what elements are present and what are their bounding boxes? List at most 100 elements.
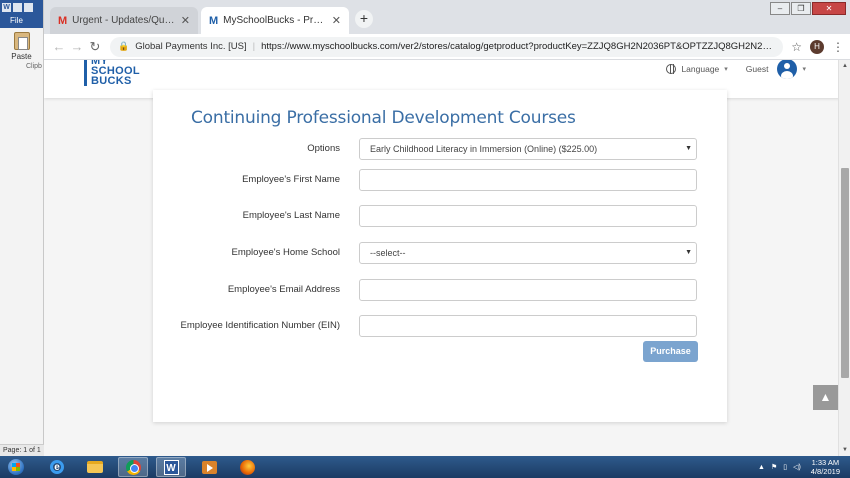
window-controls: – ❐ ✕ <box>770 2 846 15</box>
taskbar-internet-explorer[interactable]: e <box>42 457 72 477</box>
last-name-label: Employee's Last Name <box>242 210 340 221</box>
ein-label: Employee Identification Number (EIN) <box>180 320 340 331</box>
url-text[interactable]: https://www.myschoolbucks.com/ver2/store… <box>261 41 775 52</box>
tab-strip: M Urgent - Updates/Questions - h ✕ M MyS… <box>44 0 850 34</box>
user-avatar-icon[interactable] <box>777 60 798 79</box>
last-name-input[interactable] <box>359 205 697 227</box>
taskbar-media-player[interactable] <box>194 457 224 477</box>
purchase-button[interactable]: Purchase <box>643 341 698 362</box>
window-close-button[interactable]: ✕ <box>812 2 846 15</box>
gmail-icon: M <box>58 14 68 27</box>
tab-label: MySchoolBucks - Product Detail <box>223 15 328 26</box>
globe-icon <box>666 64 677 74</box>
show-hidden-icons-icon[interactable]: ▲ <box>758 464 765 471</box>
lock-icon[interactable]: 🔒 <box>118 41 129 52</box>
page-title: Continuing Professional Development Cour… <box>191 108 576 128</box>
clipboard-icon <box>13 32 30 50</box>
forward-icon[interactable]: → <box>68 39 86 54</box>
dropdown-arrow-icon: ▼ <box>685 249 692 256</box>
language-menu[interactable]: Language <box>681 64 719 74</box>
options-row: Options Early Childhood Literacy in Imme… <box>153 138 727 160</box>
media-player-icon <box>201 460 217 474</box>
scroll-to-top-button[interactable]: ▲ <box>813 385 838 410</box>
internet-explorer-icon: e <box>50 460 64 474</box>
save-icon[interactable] <box>13 2 22 12</box>
taskbar-word[interactable]: W <box>156 457 186 477</box>
tab-gmail[interactable]: M Urgent - Updates/Questions - h ✕ <box>50 7 198 34</box>
taskbar-firefox[interactable] <box>232 457 262 477</box>
first-name-row: Employee's First Name <box>153 169 727 191</box>
tab-label: Urgent - Updates/Questions - h <box>72 15 177 26</box>
toolbar: ← → ↻ 🔒 Global Payments Inc. [US] | http… <box>44 34 850 60</box>
restore-button[interactable]: ❐ <box>791 2 811 15</box>
menu-kebab-icon[interactable]: ⋮ <box>832 40 844 54</box>
taskbar-chrome[interactable] <box>118 457 148 477</box>
chevron-down-icon: ▾ <box>802 66 806 73</box>
divider: | <box>252 41 256 52</box>
minimize-button[interactable]: – <box>770 2 790 15</box>
first-name-input[interactable] <box>359 169 697 191</box>
back-icon[interactable]: ← <box>50 39 68 54</box>
chevron-up-icon: ▲ <box>819 390 832 404</box>
browser-window: M Urgent - Updates/Questions - h ✕ M MyS… <box>44 0 850 456</box>
new-tab-button[interactable]: + <box>355 10 373 28</box>
close-icon[interactable]: ✕ <box>332 14 341 27</box>
system-clock[interactable]: 1:33 AM 4/8/2019 <box>811 458 840 476</box>
myschoolbucks-logo[interactable]: MY SCHOOL BUCKS <box>84 60 140 87</box>
start-button[interactable] <box>4 456 28 478</box>
home-school-select[interactable]: --select-- ▼ <box>359 242 697 264</box>
scroll-down-arrow-icon[interactable]: ▼ <box>839 444 850 456</box>
scrollbar-thumb[interactable] <box>841 168 849 378</box>
first-name-label: Employee's First Name <box>242 174 340 185</box>
chrome-icon <box>125 459 141 475</box>
battery-icon[interactable]: ▯ <box>783 463 787 471</box>
action-center-flag-icon[interactable]: ⚑ <box>771 463 777 471</box>
undo-icon[interactable] <box>24 2 33 12</box>
guest-menu[interactable]: Guest <box>746 64 769 74</box>
volume-icon[interactable]: ◁) <box>793 463 801 471</box>
paste-label: Paste <box>11 52 32 61</box>
scroll-up-arrow-icon[interactable]: ▲ <box>839 60 850 72</box>
logo-line: BUCKS <box>91 75 132 87</box>
clipboard-group-label: Clipb <box>26 63 42 70</box>
address-bar[interactable]: 🔒 Global Payments Inc. [US] | https://ww… <box>110 36 784 57</box>
dropdown-arrow-icon: ▼ <box>685 145 692 152</box>
email-label: Employee's Email Address <box>227 284 340 295</box>
paste-button[interactable]: Paste <box>0 28 43 61</box>
word-icon: W <box>163 459 179 475</box>
tab-myschoolbucks[interactable]: M MySchoolBucks - Product Detail ✕ <box>201 7 349 34</box>
system-tray: ▲ ⚑ ▯ ◁) 1:33 AM 4/8/2019 <box>758 456 850 478</box>
last-name-row: Employee's Last Name <box>153 205 727 227</box>
taskbar: e W ▲ ⚑ ▯ ◁) 1:33 AM 4/8/2019 <box>0 456 850 478</box>
taskbar-apps: e W <box>42 457 262 477</box>
close-icon[interactable]: ✕ <box>181 14 190 27</box>
ein-row: Employee Identification Number (EIN) <box>153 315 727 337</box>
home-school-label: Employee's Home School <box>231 247 340 258</box>
profile-avatar[interactable]: H <box>810 39 824 54</box>
word-status-bar: Page: 1 of 1 <box>0 444 44 456</box>
page-scrollbar[interactable]: ▲ ▼ <box>838 60 850 456</box>
bookmark-star-icon[interactable]: ☆ <box>791 40 802 54</box>
email-row: Employee's Email Address <box>153 279 727 301</box>
ein-input[interactable] <box>359 315 697 337</box>
chevron-down-icon: ▾ <box>724 66 728 73</box>
word-file-tab[interactable]: File <box>0 14 43 28</box>
myschoolbucks-icon: M <box>209 14 219 27</box>
firefox-icon <box>239 459 255 475</box>
reload-icon[interactable]: ↻ <box>86 39 104 55</box>
home-school-selected-value: --select-- <box>370 248 406 258</box>
folder-icon <box>87 461 103 473</box>
site-identity: Global Payments Inc. [US] <box>135 41 247 52</box>
options-selected-value: Early Childhood Literacy in Immersion (O… <box>370 144 598 154</box>
word-window: W File Paste Clipb Page: 1 of 1 <box>0 0 44 456</box>
options-label: Options <box>307 143 340 154</box>
email-input[interactable] <box>359 279 697 301</box>
clock-time: 1:33 AM <box>811 458 840 467</box>
options-select[interactable]: Early Childhood Literacy in Immersion (O… <box>359 138 697 160</box>
home-school-row: Employee's Home School --select-- ▼ <box>153 242 727 264</box>
product-form-card: Continuing Professional Development Cour… <box>153 90 727 422</box>
windows-logo-icon <box>8 459 24 475</box>
taskbar-file-explorer[interactable] <box>80 457 110 477</box>
clock-date: 4/8/2019 <box>810 467 840 476</box>
page-content: MY SCHOOL BUCKS Language ▾ Guest ▾ Conti… <box>44 60 850 456</box>
